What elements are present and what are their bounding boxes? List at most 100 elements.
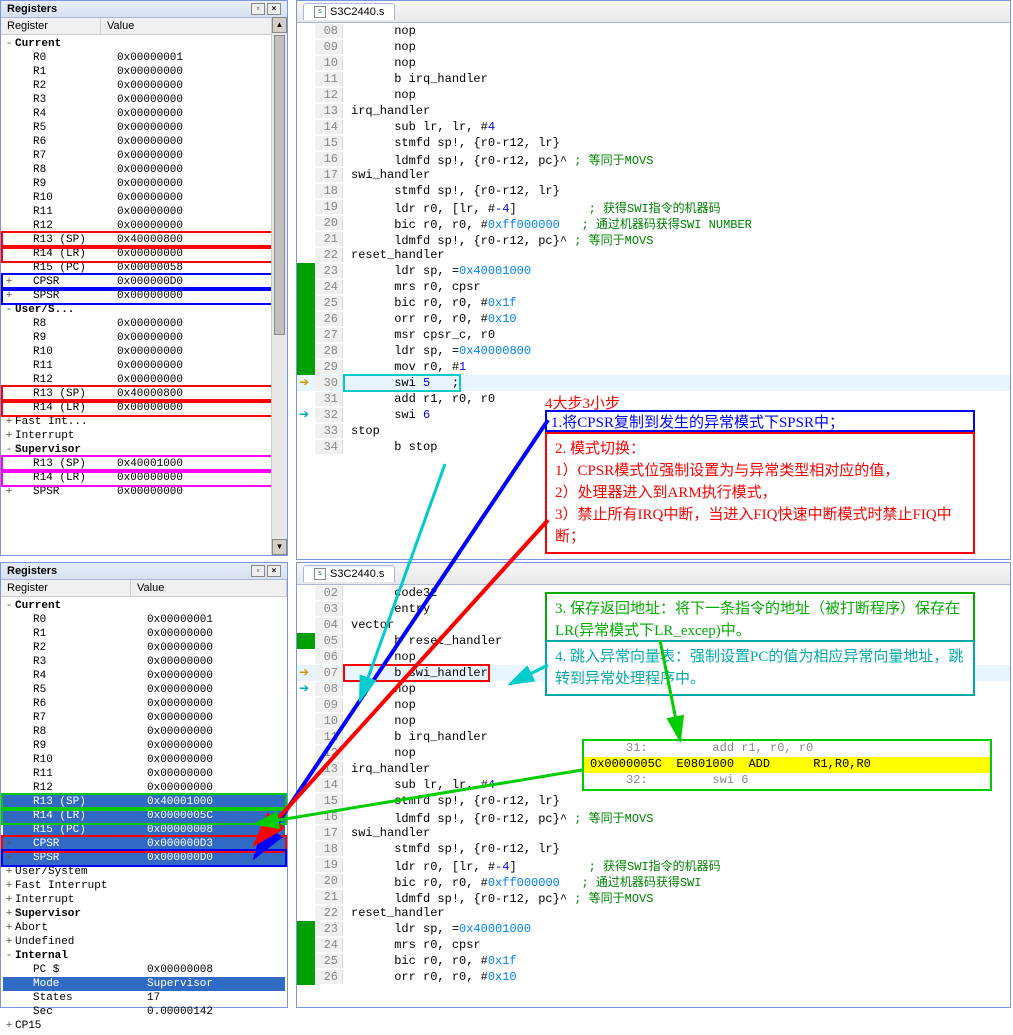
code-line[interactable]: 10 nop — [297, 55, 1010, 71]
register-row[interactable]: +Undefined — [3, 935, 285, 949]
code-line[interactable]: 30 swi 5 ; — [297, 375, 1010, 391]
expander-icon[interactable]: - — [3, 38, 15, 50]
tree-group[interactable]: -Current — [3, 37, 285, 51]
code-line[interactable]: 28 ldr sp, =0x40000800 — [297, 343, 1010, 359]
tab-s3c2440[interactable]: s S3C2440.s — [303, 565, 395, 582]
register-row[interactable]: R80x00000000 — [3, 317, 285, 331]
tab-s3c2440[interactable]: s S3C2440.s — [303, 3, 395, 20]
close-icon[interactable]: × — [267, 3, 281, 15]
expander-icon[interactable]: + — [3, 486, 15, 498]
register-row[interactable]: R13 (SP)0x40000800 — [3, 233, 285, 247]
col-header-register[interactable]: Register — [1, 580, 131, 596]
register-row[interactable]: +User/System — [3, 865, 285, 879]
expander-icon[interactable]: - — [3, 444, 15, 456]
tree-group[interactable]: -Supervisor — [3, 443, 285, 457]
register-row[interactable]: R120x00000000 — [3, 781, 285, 795]
code-line[interactable]: 29 mov r0, #1 — [297, 359, 1010, 375]
register-row[interactable]: R20x00000000 — [3, 641, 285, 655]
register-tree[interactable]: -CurrentR00x00000001R10x00000000R20x0000… — [1, 597, 287, 1035]
tree-group[interactable]: -Current — [3, 599, 285, 613]
code-line[interactable]: 24 mrs r0, cpsr — [297, 279, 1010, 295]
register-row[interactable]: +SPSR0x00000000 — [3, 289, 285, 303]
register-row[interactable]: R90x00000000 — [3, 177, 285, 191]
code-line[interactable]: 23 ldr sp, =0x40001000 — [297, 263, 1010, 279]
scroll-up-icon[interactable]: ▲ — [272, 17, 287, 33]
expander-icon[interactable]: + — [3, 880, 15, 892]
register-row[interactable]: +Fast Interrupt — [3, 879, 285, 893]
register-row[interactable]: +CP15 — [3, 1019, 285, 1033]
code-line[interactable]: 21 ldmfd sp!, {r0-r12, pc}^ ; 等同于MOVS — [297, 889, 1010, 905]
expander-icon[interactable]: - — [3, 950, 15, 962]
scroll-thumb[interactable] — [274, 35, 285, 335]
register-row[interactable]: +SPSR0x000000D0 — [3, 851, 285, 865]
code-line[interactable]: 09 nop — [297, 39, 1010, 55]
code-line[interactable]: 17swi_handler — [297, 825, 1010, 841]
register-row[interactable]: R15 (PC)0x00000008 — [3, 823, 285, 837]
code-line[interactable]: 19 ldr r0, [lr, #-4] ; 获得SWI指令的机器码 — [297, 199, 1010, 215]
register-row[interactable]: +Fast Int... — [3, 415, 285, 429]
register-row[interactable]: R20x00000000 — [3, 79, 285, 93]
register-row[interactable]: R14 (LR)0x00000000 — [3, 401, 285, 415]
code-line[interactable]: 18 stmfd sp!, {r0-r12, lr} — [297, 183, 1010, 199]
register-row[interactable]: R50x00000000 — [3, 121, 285, 135]
col-header-value[interactable]: Value — [101, 18, 287, 34]
code-line[interactable]: 20 bic r0, r0, #0xff000000 ; 通过机器码获得SWI … — [297, 215, 1010, 231]
tree-group[interactable]: +Supervisor — [3, 907, 285, 921]
register-row[interactable]: Sec0.00000142 — [3, 1005, 285, 1019]
register-tree[interactable]: -CurrentR00x00000001R10x00000000R20x0000… — [1, 35, 287, 501]
register-row[interactable]: +Abort — [3, 921, 285, 935]
code-line[interactable]: 15 stmfd sp!, {r0-r12, lr} — [297, 135, 1010, 151]
register-row[interactable]: +CPSR0x000000D0 — [3, 275, 285, 289]
expander-icon[interactable]: + — [3, 922, 15, 934]
expander-icon[interactable]: + — [3, 936, 15, 948]
expander-icon[interactable]: + — [3, 838, 15, 850]
expander-icon[interactable]: + — [3, 430, 15, 442]
register-row[interactable]: +Interrupt — [3, 429, 285, 443]
code-line[interactable]: 21 ldmfd sp!, {r0-r12, pc}^ ; 等同于MOVS — [297, 231, 1010, 247]
register-row[interactable]: R13 (SP)0x40001000 — [3, 795, 285, 809]
register-row[interactable]: R13 (SP)0x40000800 — [3, 387, 285, 401]
expander-icon[interactable]: - — [3, 304, 15, 316]
tree-group[interactable]: -Internal — [3, 949, 285, 963]
code-line[interactable]: 11 b irq_handler — [297, 71, 1010, 87]
register-row[interactable]: States17 — [3, 991, 285, 1005]
code-line[interactable]: 09 nop — [297, 697, 1010, 713]
code-line[interactable]: 26 orr r0, r0, #0x10 — [297, 311, 1010, 327]
code-line[interactable]: 16 ldmfd sp!, {r0-r12, pc}^ ; 等同于MOVS — [297, 809, 1010, 825]
code-line[interactable]: 08 nop — [297, 23, 1010, 39]
expander-icon[interactable]: + — [3, 866, 15, 878]
register-row[interactable]: R40x00000000 — [3, 107, 285, 121]
expander-icon[interactable]: + — [3, 852, 15, 864]
register-row[interactable]: R100x00000000 — [3, 753, 285, 767]
code-line[interactable]: 22reset_handler — [297, 905, 1010, 921]
register-row[interactable]: R00x00000001 — [3, 613, 285, 627]
register-row[interactable]: R14 (LR)0x0000005C — [3, 809, 285, 823]
register-row[interactable]: R50x00000000 — [3, 683, 285, 697]
register-row[interactable]: PC $0x00000008 — [3, 963, 285, 977]
register-row[interactable]: R30x00000000 — [3, 93, 285, 107]
register-row[interactable]: R120x00000000 — [3, 219, 285, 233]
register-row[interactable]: R110x00000000 — [3, 767, 285, 781]
register-row[interactable]: R10x00000000 — [3, 65, 285, 79]
register-row[interactable]: R110x00000000 — [3, 359, 285, 373]
register-row[interactable]: +CPSR0x000000D3 — [3, 837, 285, 851]
register-row[interactable]: ModeSupervisor — [3, 977, 285, 991]
code-line[interactable]: 31 add r1, r0, r0 — [297, 391, 1010, 407]
code-line[interactable]: 22reset_handler — [297, 247, 1010, 263]
code-line[interactable]: 18 stmfd sp!, {r0-r12, lr} — [297, 841, 1010, 857]
register-row[interactable]: R90x00000000 — [3, 739, 285, 753]
code-line[interactable]: 19 ldr r0, [lr, #-4] ; 获得SWI指令的机器码 — [297, 857, 1010, 873]
scrollbar[interactable]: ▲ ▼ — [271, 17, 287, 555]
code-line[interactable]: 26 orr r0, r0, #0x10 — [297, 969, 1010, 985]
register-row[interactable]: R60x00000000 — [3, 697, 285, 711]
tree-group[interactable]: -User/S... — [3, 303, 285, 317]
register-row[interactable]: R110x00000000 — [3, 205, 285, 219]
code-line[interactable]: 12 nop — [297, 87, 1010, 103]
register-row[interactable]: R60x00000000 — [3, 135, 285, 149]
register-row[interactable]: +SPSR0x00000000 — [3, 485, 285, 499]
scroll-down-icon[interactable]: ▼ — [272, 539, 287, 555]
register-row[interactable]: R14 (LR)0x00000000 — [3, 247, 285, 261]
register-row[interactable]: R10x00000000 — [3, 627, 285, 641]
expander-icon[interactable]: + — [3, 290, 15, 302]
code-line[interactable]: 17swi_handler — [297, 167, 1010, 183]
